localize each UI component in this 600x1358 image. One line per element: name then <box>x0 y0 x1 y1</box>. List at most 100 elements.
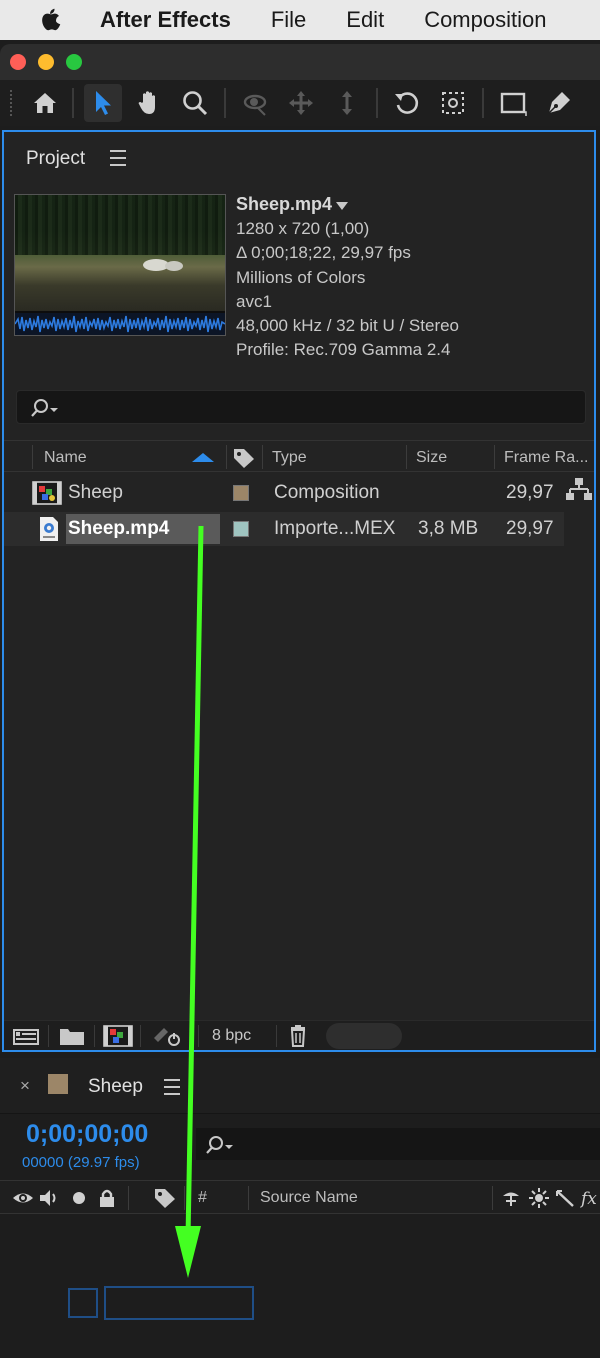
move-arrows-icon <box>289 91 313 115</box>
timeline-comp-tab[interactable]: Sheep <box>88 1076 143 1098</box>
search-icon <box>31 399 58 417</box>
rotation-tool-button[interactable] <box>388 84 426 122</box>
interpret-footage-icon[interactable] <box>10 1024 42 1048</box>
speaker-icon[interactable] <box>38 1187 60 1209</box>
vertical-arrows-icon <box>342 91 352 115</box>
comp-label-swatch <box>48 1074 68 1094</box>
footage-info: Sheep.mp4 1280 x 720 (1,00) Δ 0;00;18;22… <box>236 192 459 362</box>
item-type: Composition <box>274 482 380 503</box>
layer-drop-target <box>104 1286 254 1320</box>
footage-thumbnail <box>14 194 226 336</box>
rectangle-tool-button[interactable] <box>494 84 532 122</box>
footage-dimensions: 1280 x 720 (1,00) <box>236 219 370 239</box>
timeline-tab-bar: × Sheep <box>0 1058 600 1114</box>
footage-filename[interactable]: Sheep.mp4 <box>236 194 332 214</box>
bit-depth-toggle[interactable]: 8 bpc <box>212 1027 251 1045</box>
menu-composition[interactable]: Composition <box>424 7 546 33</box>
zoom-tool-button[interactable] <box>176 84 214 122</box>
menu-edit[interactable]: Edit <box>346 7 384 33</box>
project-bottom-bar: 8 bpc <box>4 1020 594 1050</box>
home-button[interactable] <box>26 84 64 122</box>
project-search-input[interactable] <box>16 390 586 424</box>
timeline-column-header: # Source Name fx <box>0 1180 600 1214</box>
item-frame-rate: 29,97 <box>506 482 554 503</box>
timeline-panel-menu-icon[interactable] <box>164 1079 180 1095</box>
menu-file[interactable]: File <box>271 7 306 33</box>
hand-icon <box>138 91 155 114</box>
timeline-search-input[interactable] <box>196 1128 600 1160</box>
apple-logo-icon[interactable] <box>36 5 66 35</box>
lock-icon[interactable] <box>96 1187 118 1209</box>
sun-collapse-icon[interactable] <box>528 1187 550 1209</box>
label-color-swatch[interactable] <box>233 485 249 501</box>
item-name: Sheep.mp4 <box>68 518 170 539</box>
label-tag-icon[interactable] <box>154 1187 176 1209</box>
quality-slash-icon[interactable] <box>554 1187 576 1209</box>
solo-dot-icon[interactable] <box>68 1187 90 1209</box>
project-panel: Project Sheep.mp4 1280 x 720 (1,00) Δ 0;… <box>2 130 596 1052</box>
zoom-window-button[interactable] <box>66 54 82 70</box>
home-icon <box>34 93 56 113</box>
project-item-row[interactable]: Sheep Composition 29,97 <box>4 476 564 510</box>
dolly-camera-tool-button[interactable] <box>328 84 366 122</box>
new-composition-icon[interactable] <box>102 1024 134 1048</box>
composition-icon <box>32 481 62 505</box>
close-window-button[interactable] <box>10 54 26 70</box>
item-name: Sheep <box>68 482 123 503</box>
item-frame-rate: 29,97 <box>506 518 554 539</box>
hand-tool-button[interactable] <box>130 84 168 122</box>
item-size: 3,8 MB <box>418 518 479 539</box>
search-icon <box>206 1136 233 1154</box>
trash-icon[interactable] <box>282 1024 314 1048</box>
selection-tool-button[interactable] <box>84 84 122 122</box>
thumbnail-size-slider[interactable] <box>326 1023 402 1049</box>
footage-profile: Profile: Rec.709 Gamma 2.4 <box>236 340 451 360</box>
frame-count-display: 00000 (29.97 fps) <box>22 1154 140 1171</box>
orbit-camera-tool-button[interactable] <box>236 84 274 122</box>
selection-arrow-icon <box>96 91 111 115</box>
footage-colors: Millions of Colors <box>236 267 366 287</box>
layer-drop-target-icon <box>68 1288 98 1318</box>
close-tab-icon[interactable]: × <box>20 1076 30 1096</box>
column-number[interactable]: # <box>198 1189 207 1207</box>
audio-waveform-icon <box>15 313 225 335</box>
svg-text:fx: fx <box>580 1189 597 1209</box>
column-name[interactable]: Name <box>44 449 87 467</box>
magnifier-icon <box>183 91 208 116</box>
orbit-camera-icon <box>243 94 267 116</box>
timeline-panel: × Sheep 0;00;00;00 00000 (29.97 fps) # S… <box>0 1058 600 1358</box>
window-title-bar <box>0 44 600 80</box>
column-size[interactable]: Size <box>416 449 447 467</box>
tools-toolbar <box>0 80 600 126</box>
anchor-point-icon <box>442 92 464 114</box>
app-name-menu[interactable]: After Effects <box>100 7 231 33</box>
label-color-swatch[interactable] <box>233 521 249 537</box>
footage-duration: Δ 0;00;18;22, 29,97 fps <box>236 243 411 263</box>
pan-camera-tool-button[interactable] <box>282 84 320 122</box>
anchor-point-tool-button[interactable] <box>434 84 472 122</box>
column-frame-rate[interactable]: Frame Ra... <box>504 449 588 467</box>
minimize-window-button[interactable] <box>38 54 54 70</box>
flowchart-icon[interactable] <box>566 476 592 502</box>
project-item-row[interactable]: Sheep.mp4 Importe...MEX 3,8 MB 29,97 <box>4 512 564 546</box>
label-tag-icon[interactable] <box>232 447 256 469</box>
shy-layer-icon[interactable] <box>500 1187 522 1209</box>
current-time-display[interactable]: 0;00;00;00 <box>26 1120 148 1149</box>
toolbar-grip[interactable] <box>10 90 16 116</box>
power-render-icon[interactable] <box>150 1024 182 1048</box>
sort-ascending-icon[interactable] <box>192 453 214 462</box>
column-type[interactable]: Type <box>272 449 307 467</box>
footage-file-icon <box>40 517 58 541</box>
effects-fx-icon[interactable]: fx <box>580 1187 600 1209</box>
project-panel-menu-icon[interactable] <box>110 150 126 166</box>
project-panel-title[interactable]: Project <box>26 148 85 170</box>
chevron-down-icon[interactable] <box>336 201 349 210</box>
pen-tool-button[interactable] <box>540 84 578 122</box>
new-folder-icon[interactable] <box>56 1024 88 1048</box>
rotate-icon <box>395 92 419 114</box>
column-source-name[interactable]: Source Name <box>260 1189 358 1207</box>
menu-bar: After Effects File Edit Composition <box>0 0 600 40</box>
eye-icon[interactable] <box>12 1187 34 1209</box>
pen-icon <box>548 92 570 114</box>
footage-codec: avc1 <box>236 291 272 311</box>
